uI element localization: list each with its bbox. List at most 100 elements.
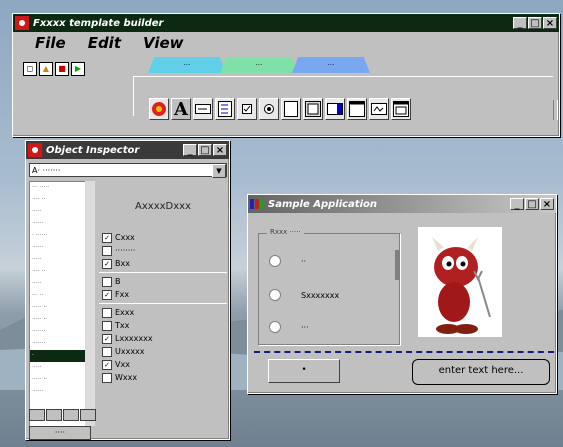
- checkbox[interactable]: [102, 276, 112, 287]
- checkbox[interactable]: [102, 320, 112, 331]
- tab-additional[interactable]: ···: [220, 57, 298, 73]
- property-checkbox-row[interactable]: Uxxxxx: [99, 345, 227, 358]
- property-scrollbar[interactable]: [85, 181, 95, 426]
- radio-option-2[interactable]: Sxxxxxxx: [269, 284, 339, 306]
- groupbox-icon[interactable]: [369, 98, 389, 120]
- chevron-down-icon[interactable]: ▼: [212, 164, 226, 178]
- radio-option-label: ··: [301, 256, 307, 266]
- push-button[interactable]: •: [268, 359, 340, 383]
- form-icon[interactable]: [391, 98, 411, 120]
- radio-button[interactable]: [269, 321, 281, 333]
- flower-icon[interactable]: [149, 98, 169, 120]
- listbox-icon[interactable]: [215, 98, 235, 120]
- property-checkbox-row[interactable]: ········: [99, 244, 227, 257]
- text-entry-field[interactable]: enter text here...: [412, 359, 550, 385]
- inspector-close-button[interactable]: ×: [213, 144, 227, 156]
- run-icon[interactable]: ▶: [71, 62, 85, 76]
- radio-button[interactable]: [269, 289, 281, 301]
- property-checkbox-row[interactable]: ✓ Cxxx: [99, 231, 227, 244]
- checkbox[interactable]: [102, 307, 112, 318]
- property-row[interactable]: ···· ··: [30, 266, 86, 278]
- inspector-maximize-button[interactable]: □: [198, 144, 212, 156]
- group-scrollbar[interactable]: [395, 250, 399, 280]
- property-checkbox-row[interactable]: Txx: [99, 319, 227, 332]
- checkbox[interactable]: [102, 372, 112, 383]
- object-selector-combo[interactable]: A· ······· ▼: [29, 163, 227, 178]
- property-row[interactable]: ····· ··: [30, 314, 86, 326]
- radio-icon[interactable]: [259, 98, 279, 120]
- textfield-icon[interactable]: [193, 98, 213, 120]
- nav-next-button[interactable]: [63, 409, 79, 421]
- property-row[interactable]: ··· ·····: [30, 182, 86, 194]
- property-row[interactable]: ··· ··: [30, 290, 86, 302]
- panel-icon[interactable]: [347, 98, 367, 120]
- checkbox[interactable]: ✓: [102, 359, 112, 370]
- property-checkbox-row[interactable]: ✓ Bxx: [99, 257, 227, 270]
- property-row[interactable]: ·······: [30, 326, 86, 338]
- property-row[interactable]: ······: [30, 242, 86, 254]
- property-checkbox-row[interactable]: Wxxx: [99, 371, 227, 384]
- property-list[interactable]: ··· ····· ···· ·· ····· ······ · ······ ·····…: [29, 181, 87, 428]
- new-file-icon[interactable]: ◻: [23, 62, 37, 76]
- sample-titlebar[interactable]: Sample Application _ □ ×: [248, 195, 556, 213]
- checkbox[interactable]: ✓: [102, 289, 112, 300]
- object-inspector-window: Object Inspector _ □ × A· ······· ▼ ··· …: [25, 140, 230, 440]
- inspector-apply-button[interactable]: ····: [29, 426, 91, 440]
- property-checkbox-row[interactable]: ✓ Lxxxxxxx: [99, 332, 227, 345]
- checkbox[interactable]: [102, 245, 112, 256]
- nav-last-button[interactable]: [80, 409, 96, 421]
- radio-option-1[interactable]: ··: [269, 250, 306, 272]
- property-row[interactable]: ·····: [30, 278, 86, 290]
- sample-app-icon: [250, 199, 264, 209]
- radio-option-label: Sxxxxxxx: [301, 290, 340, 300]
- close-button[interactable]: ×: [543, 17, 557, 29]
- nav-prev-button[interactable]: [46, 409, 62, 421]
- checkbox-label: Wxxx: [115, 373, 138, 382]
- nav-first-button[interactable]: [29, 409, 45, 421]
- tab-standard[interactable]: ···: [148, 57, 226, 73]
- checkbox[interactable]: ✓: [102, 258, 112, 269]
- property-editor: AxxxxDxxx ✓ Cxxx ········ ✓ Bxx B ✓ Fxx Exxx Txx ✓…: [99, 181, 227, 426]
- property-checkbox-row[interactable]: B: [99, 275, 227, 288]
- property-row[interactable]: ·····: [30, 362, 86, 374]
- inspector-titlebar[interactable]: Object Inspector _ □ ×: [26, 141, 229, 159]
- letter-a-icon[interactable]: A: [171, 98, 191, 120]
- save-file-icon[interactable]: ■: [55, 62, 69, 76]
- checkbox-icon[interactable]: [237, 98, 257, 120]
- property-checkbox-row[interactable]: Exxx: [99, 306, 227, 319]
- property-row[interactable]: ·······: [30, 338, 86, 350]
- menu-view[interactable]: View: [143, 34, 184, 52]
- property-checkbox-row[interactable]: ✓ Vxx: [99, 358, 227, 371]
- property-row[interactable]: ····· ··: [30, 374, 86, 386]
- checkbox[interactable]: ✓: [102, 232, 112, 243]
- sample-minimize-button[interactable]: _: [510, 198, 524, 210]
- property-checkbox-row[interactable]: ✓ Fxx: [99, 288, 227, 301]
- open-file-icon[interactable]: ▲: [39, 62, 53, 76]
- sample-close-button[interactable]: ×: [540, 198, 554, 210]
- property-row[interactable]: ·····: [30, 206, 86, 218]
- tab-misc[interactable]: ···: [292, 57, 370, 73]
- image-icon[interactable]: [303, 98, 323, 120]
- checkbox[interactable]: ✓: [102, 333, 112, 344]
- property-row[interactable]: ····· ··: [30, 302, 86, 314]
- minimize-button[interactable]: _: [513, 17, 527, 29]
- property-row[interactable]: ·: [30, 350, 86, 362]
- combobox-icon[interactable]: [325, 98, 345, 120]
- radio-button[interactable]: [269, 255, 281, 267]
- property-row[interactable]: ·····: [30, 254, 86, 266]
- menu-edit[interactable]: Edit: [88, 34, 121, 52]
- frame-icon[interactable]: [281, 98, 301, 120]
- maximize-button[interactable]: □: [528, 17, 542, 29]
- sample-maximize-button[interactable]: □: [525, 198, 539, 210]
- checkbox[interactable]: [102, 346, 112, 357]
- property-row[interactable]: ···· ··: [30, 194, 86, 206]
- inspector-minimize-button[interactable]: _: [183, 144, 197, 156]
- checkbox-label: Txx: [115, 321, 130, 330]
- builder-titlebar[interactable]: Fxxxx template builder _ □ ×: [13, 14, 559, 32]
- radio-option-3[interactable]: ···: [269, 316, 309, 338]
- palette-tabs: ··· ··· ···: [148, 57, 370, 73]
- menu-file[interactable]: File: [35, 34, 66, 52]
- property-row[interactable]: ······: [30, 218, 86, 230]
- property-row[interactable]: · ······: [30, 230, 86, 242]
- property-row[interactable]: ······: [30, 386, 86, 398]
